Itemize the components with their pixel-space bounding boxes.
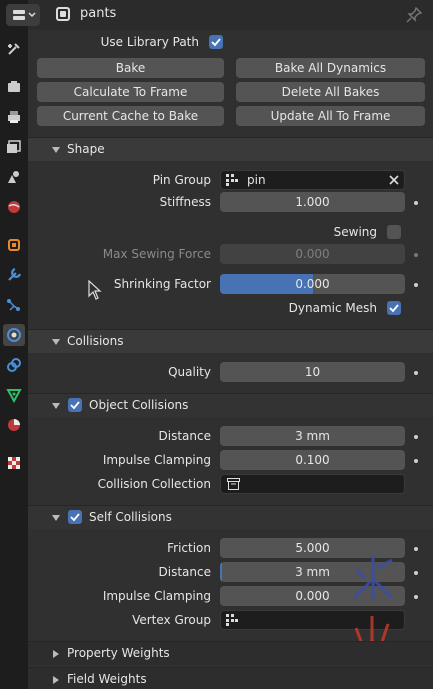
sewing-checkbox[interactable] (387, 225, 401, 239)
self-collisions-panel-header[interactable]: Self Collisions (28, 505, 433, 529)
triangle-down-icon (52, 515, 60, 521)
scene-icon[interactable] (3, 166, 25, 188)
animate-property-dot (414, 253, 418, 257)
modifier-icon[interactable] (3, 264, 25, 286)
max-sewing-force-field: 0.000 (220, 244, 405, 264)
animate-property-dot[interactable] (414, 435, 418, 439)
object-distance-field[interactable]: 3 mm (220, 426, 405, 446)
object-icon (56, 7, 70, 21)
animate-property-dot[interactable] (414, 201, 418, 205)
field-weights-title: Field Weights (67, 672, 147, 686)
constraints-icon[interactable] (3, 354, 25, 376)
render-icon[interactable] (3, 76, 25, 98)
stiffness-label: Stiffness (159, 195, 211, 209)
animate-property-dot[interactable] (414, 595, 418, 599)
update-all-to-frame-button[interactable]: Update All To Frame (236, 106, 425, 126)
object-collisions-title: Object Collisions (89, 398, 189, 412)
pin-group-label: Pin Group (152, 173, 211, 187)
vertex-group-icon (226, 174, 238, 186)
property-weights-title: Property Weights (67, 646, 170, 660)
collection-icon (227, 478, 240, 490)
object-collisions-checkbox[interactable] (68, 398, 82, 412)
slider-fill (220, 562, 222, 582)
texture-icon[interactable] (3, 452, 25, 474)
triangle-right-icon (53, 650, 59, 658)
editor-type-dropdown[interactable] (6, 4, 40, 26)
shrinking-factor-slider[interactable]: 0.000 (220, 274, 405, 294)
view-layer-icon[interactable] (3, 136, 25, 158)
self-collisions-checkbox[interactable] (68, 510, 82, 524)
max-sewing-force-label: Max Sewing Force (102, 247, 211, 261)
collision-collection-field[interactable] (220, 474, 405, 494)
pin-group-field[interactable]: pin (220, 170, 405, 190)
calculate-to-frame-button[interactable]: Calculate To Frame (37, 82, 224, 102)
object-distance-label: Distance (158, 429, 211, 443)
animate-property-dot[interactable] (414, 547, 418, 551)
delete-all-bakes-button[interactable]: Delete All Bakes (236, 82, 425, 102)
material-icon[interactable] (3, 414, 25, 436)
vertex-group-icon (226, 614, 238, 626)
chevron-down-icon (28, 12, 36, 18)
triangle-down-icon (52, 147, 60, 153)
quality-label: Quality (168, 365, 211, 379)
output-icon[interactable] (3, 106, 25, 128)
pin-icon[interactable] (405, 6, 423, 24)
object-icon[interactable] (3, 234, 25, 256)
object-impulse-clamping-label: Impulse Clamping (102, 453, 211, 467)
object-collisions-panel-header[interactable]: Object Collisions (28, 393, 433, 417)
animate-property-dot[interactable] (414, 371, 418, 375)
object-data-icon[interactable] (3, 384, 25, 406)
properties-editor-icon (13, 10, 25, 20)
use-library-path-label: Use Library Path (100, 35, 199, 49)
vertex-group-label: Vertex Group (132, 613, 211, 627)
friction-label: Friction (167, 541, 211, 555)
world-icon[interactable] (3, 196, 25, 218)
use-library-path-checkbox[interactable] (209, 35, 223, 49)
properties-tab-strip (0, 0, 28, 689)
collision-collection-label: Collision Collection (97, 477, 211, 491)
mouse-cursor-icon (88, 280, 102, 300)
triangle-down-icon (52, 403, 60, 409)
dynamic-mesh-label: Dynamic Mesh (288, 301, 377, 315)
particles-icon[interactable] (3, 294, 25, 316)
object-name: pants (80, 6, 117, 21)
sewing-label: Sewing (333, 225, 377, 239)
bake-button[interactable]: Bake (37, 58, 224, 78)
animate-property-dot[interactable] (414, 571, 418, 575)
physics-properties: Use Library Path Bake Bake All Dynamics … (28, 30, 433, 689)
quality-field[interactable]: 10 (220, 362, 405, 382)
self-collisions-title: Self Collisions (89, 510, 172, 524)
animate-property-dot[interactable] (414, 283, 418, 287)
self-impulse-clamping-label: Impulse Clamping (102, 589, 211, 603)
dynamic-mesh-checkbox[interactable] (387, 301, 401, 315)
animate-property-dot[interactable] (414, 459, 418, 463)
properties-header: pants (6, 0, 433, 30)
self-distance-label: Distance (158, 565, 211, 579)
collisions-panel-title: Collisions (67, 334, 124, 348)
collisions-panel-header[interactable]: Collisions (28, 329, 433, 353)
triangle-right-icon (53, 676, 59, 684)
shape-panel-title: Shape (67, 142, 105, 156)
object-impulse-clamping-field[interactable]: 0.100 (220, 450, 405, 470)
triangle-down-icon (52, 339, 60, 345)
field-weights-panel-header[interactable]: Field Weights (28, 667, 433, 689)
shape-panel-header[interactable]: Shape (28, 137, 433, 161)
tool-icon[interactable] (3, 38, 25, 60)
stiffness-field[interactable]: 1.000 (220, 192, 405, 212)
clear-icon[interactable] (389, 175, 399, 185)
property-weights-panel-header[interactable]: Property Weights (28, 641, 433, 665)
bake-all-dynamics-button[interactable]: Bake All Dynamics (236, 58, 425, 78)
physics-icon[interactable] (3, 324, 25, 346)
current-cache-to-bake-button[interactable]: Current Cache to Bake (37, 106, 224, 126)
pin-group-value: pin (247, 173, 266, 187)
